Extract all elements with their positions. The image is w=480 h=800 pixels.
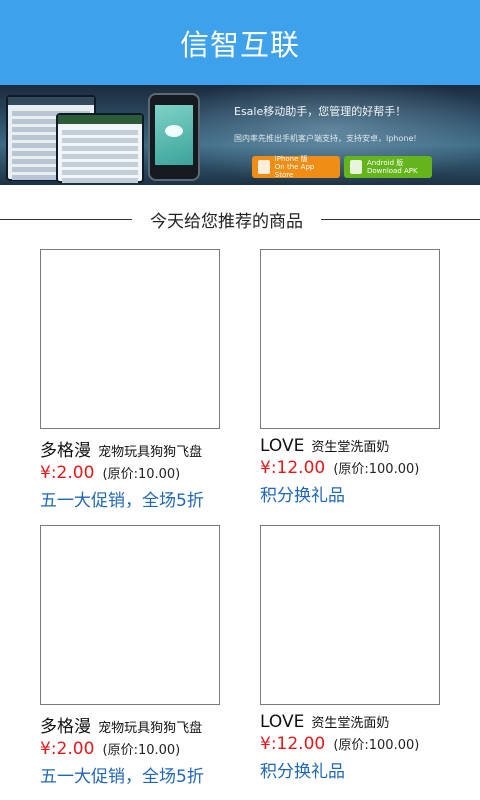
product-brand: 多格漫: [40, 441, 91, 461]
product-description: 资生堂洗面奶: [311, 716, 390, 731]
product-image[interactable]: [260, 249, 440, 429]
iphone-button-subtitle: On the App Store: [274, 163, 315, 179]
product-original-price: (原价:100.00): [333, 738, 420, 753]
product-name[interactable]: 多格漫 宠物玩具狗狗飞盘: [40, 436, 240, 461]
product-card[interactable]: LOVE 资生堂洗面奶 ¥:12.00 (原价:100.00) 积分换礼品: [260, 525, 460, 782]
iphone-download-button[interactable]: iPhone 版 On the App Store: [252, 155, 340, 179]
product-image[interactable]: [40, 525, 220, 705]
app-header: 信智互联: [0, 0, 480, 85]
product-image[interactable]: [260, 525, 440, 705]
android-download-button[interactable]: Android 版 Download APK: [344, 156, 432, 178]
apple-icon: [258, 160, 270, 174]
product-brand: LOVE: [260, 712, 305, 732]
app-title: 信智互联: [179, 27, 300, 62]
iphone-button-title: iPhone 版: [274, 155, 308, 163]
product-price-row: ¥:12.00 (原价:100.00): [260, 458, 460, 478]
product-price: ¥:2.00: [40, 463, 95, 483]
banner-screenshot-image-2: [56, 113, 144, 183]
android-button-title: Android 版: [367, 159, 404, 167]
product-name[interactable]: LOVE 资生堂洗面奶: [260, 712, 460, 732]
section-title: 今天给您推荐的商品: [150, 211, 303, 232]
product-promotion[interactable]: 积分换礼品: [260, 481, 460, 506]
product-description: 资生堂洗面奶: [311, 440, 390, 455]
banner-subline: 国内率先推出手机客户端支持，支持安卓，Iphone!: [234, 134, 417, 143]
product-card[interactable]: 多格漫 宠物玩具狗狗飞盘 ¥:2.00 (原价:10.00) 五一大促销，全场5…: [40, 249, 240, 511]
product-promotion[interactable]: 五一大促销，全场5折: [40, 486, 240, 511]
divider-right: [321, 218, 480, 220]
product-name[interactable]: 多格漫 宠物玩具狗狗飞盘: [40, 712, 240, 737]
product-promotion[interactable]: 五一大促销，全场5折: [40, 762, 240, 787]
banner-phone-image: [148, 93, 200, 181]
product-promotion[interactable]: 积分换礼品: [260, 757, 460, 782]
recommended-section-heading: 今天给您推荐的商品: [0, 206, 480, 232]
product-brand: 多格漫: [40, 717, 91, 737]
product-description: 宠物玩具狗狗飞盘: [98, 445, 203, 460]
product-original-price: (原价:10.00): [102, 467, 181, 482]
product-card[interactable]: 多格漫 宠物玩具狗狗飞盘 ¥:2.00 (原价:10.00) 五一大促销，全场5…: [40, 525, 240, 787]
product-original-price: (原价:10.00): [102, 743, 181, 758]
product-price-row: ¥:12.00 (原价:100.00): [260, 734, 460, 754]
android-icon: [350, 160, 362, 174]
product-price: ¥:12.00: [260, 458, 326, 478]
product-price-row: ¥:2.00 (原价:10.00): [40, 739, 240, 759]
product-price: ¥:12.00: [260, 734, 326, 754]
product-description: 宠物玩具狗狗飞盘: [98, 721, 203, 736]
app-logo-icon: [165, 125, 183, 137]
product-image[interactable]: [40, 249, 220, 429]
product-price-row: ¥:2.00 (原价:10.00): [40, 463, 240, 483]
product-card[interactable]: LOVE 资生堂洗面奶 ¥:12.00 (原价:100.00) 积分换礼品: [260, 249, 460, 506]
product-name[interactable]: LOVE 资生堂洗面奶: [260, 436, 460, 456]
promo-banner[interactable]: Esale移动助手，您管理的好帮手！ 国内率先推出手机客户端支持，支持安卓，Ip…: [0, 85, 480, 185]
android-button-subtitle: Download APK: [367, 167, 418, 175]
divider-left: [0, 218, 132, 220]
product-original-price: (原价:100.00): [333, 462, 420, 477]
banner-headline: Esale移动助手，您管理的好帮手！: [234, 105, 407, 118]
product-price: ¥:2.00: [40, 739, 95, 759]
product-brand: LOVE: [260, 436, 305, 456]
